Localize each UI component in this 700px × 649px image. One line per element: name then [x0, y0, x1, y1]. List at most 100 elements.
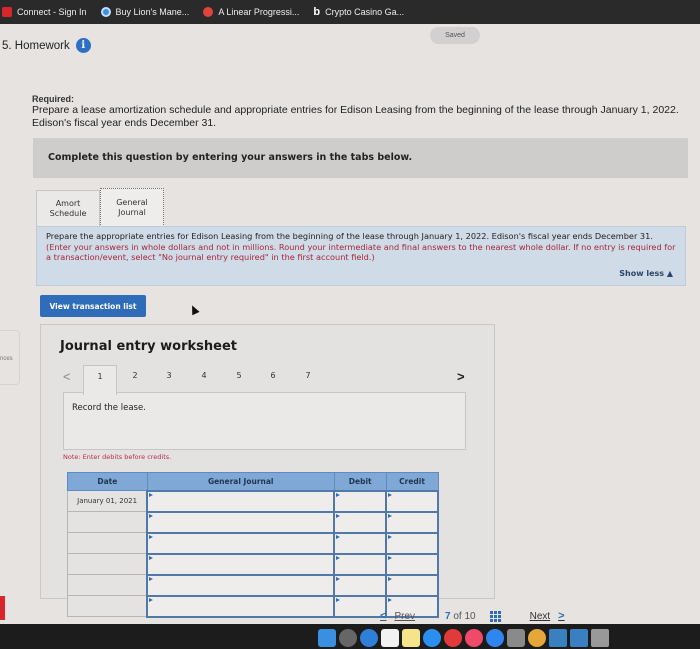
- debit-cell: [333, 573, 388, 597]
- instructions-note: (Enter your answers in whole dollars and…: [46, 241, 676, 263]
- next-button[interactable]: Next >: [530, 610, 565, 622]
- cell-marker-icon: [149, 534, 154, 539]
- bookmark-label: Connect - Sign In: [17, 7, 87, 17]
- bookmark-label: Buy Lion's Mane...: [115, 7, 190, 17]
- view-transaction-list-button[interactable]: View transaction list: [40, 295, 146, 317]
- column-header-general-journal: General Journal: [146, 472, 335, 491]
- account-input[interactable]: [148, 534, 334, 553]
- journal-row: [67, 552, 439, 576]
- credit-input[interactable]: [387, 555, 437, 574]
- complete-prompt: Complete this question by entering your …: [48, 152, 413, 163]
- debit-input[interactable]: [335, 534, 386, 553]
- finder-icon[interactable]: [318, 629, 336, 647]
- credit-input[interactable]: [387, 534, 437, 553]
- tab-general-journal[interactable]: General Journal: [100, 188, 164, 227]
- bookmarks-bar: Connect - Sign In Buy Lion's Mane... A L…: [0, 0, 700, 24]
- bookmark-connect[interactable]: Connect - Sign In: [2, 7, 87, 17]
- bookmark-crypto-casino[interactable]: b Crypto Casino Ga...: [313, 6, 404, 18]
- debit-input[interactable]: [335, 492, 386, 511]
- credit-input[interactable]: [387, 576, 437, 595]
- account-input[interactable]: [148, 492, 334, 511]
- account-input[interactable]: [148, 576, 334, 595]
- system-preferences-icon[interactable]: [507, 629, 525, 647]
- tab-label-line2: Journal: [118, 208, 146, 217]
- tab-label-line1: Amort: [55, 199, 81, 208]
- tab-amort-schedule[interactable]: Amort Schedule: [36, 190, 100, 227]
- app-store-icon[interactable]: [486, 629, 504, 647]
- calendar-icon[interactable]: [381, 629, 399, 647]
- cell-marker-icon: [388, 576, 393, 581]
- worksheet-step-3[interactable]: 3: [159, 371, 179, 380]
- date-cell: [67, 553, 148, 575]
- cell-marker-icon: [388, 513, 393, 518]
- folder-icon[interactable]: [549, 629, 567, 647]
- news-icon[interactable]: [444, 629, 462, 647]
- credit-cell: [385, 573, 439, 597]
- debit-input[interactable]: [335, 576, 386, 595]
- notes-icon[interactable]: [402, 629, 420, 647]
- info-icon[interactable]: i: [75, 38, 91, 53]
- worksheet-step-4[interactable]: 4: [194, 371, 214, 380]
- worksheet-step-7[interactable]: 7: [298, 371, 318, 380]
- chevron-right-icon[interactable]: >: [457, 369, 465, 384]
- tab-label-line1: General: [116, 198, 148, 207]
- saved-status-badge: Saved: [430, 27, 480, 44]
- date-cell: [67, 511, 148, 533]
- worksheet-step-1[interactable]: 1: [83, 365, 117, 395]
- messages-icon[interactable]: [423, 629, 441, 647]
- instructions-panel: Prepare the appropriate entries for Edis…: [36, 226, 686, 286]
- record-description-box: Record the lease.: [63, 392, 466, 450]
- debit-input[interactable]: [335, 513, 386, 532]
- credit-cell: [385, 531, 439, 555]
- folder-icon[interactable]: [570, 629, 588, 647]
- credit-input[interactable]: [387, 513, 437, 532]
- prev-button[interactable]: < Prev: [380, 610, 415, 622]
- journal-header-row: Date General Journal Debit Credit: [67, 472, 439, 491]
- account-input[interactable]: [148, 513, 334, 532]
- side-panel-label: nces: [0, 356, 13, 362]
- music-icon[interactable]: [465, 629, 483, 647]
- bookmark-label: A Linear Progressi...: [218, 7, 300, 17]
- account-cell: [146, 510, 336, 534]
- crypto-casino-icon: b: [313, 6, 321, 18]
- cell-marker-icon: [336, 492, 341, 497]
- debit-cell: [333, 594, 388, 618]
- record-description: Record the lease.: [72, 403, 146, 413]
- instructions-main: Prepare the appropriate entries for Edis…: [46, 231, 653, 241]
- linear-progression-icon: [203, 7, 214, 17]
- required-text: Prepare a lease amortization schedule an…: [32, 104, 679, 129]
- page-counter: 7 of 10: [445, 611, 476, 622]
- homework-title-text: 5. Homework: [2, 39, 70, 52]
- bookmark-lions-mane[interactable]: Buy Lion's Mane...: [100, 7, 190, 17]
- trash-icon[interactable]: [591, 629, 609, 647]
- cell-marker-icon: [149, 492, 154, 497]
- cell-marker-icon: [336, 513, 341, 518]
- column-header-debit: Debit: [333, 472, 387, 491]
- bookmark-linear-progression[interactable]: A Linear Progressi...: [203, 7, 299, 17]
- debit-input[interactable]: [335, 597, 386, 616]
- account-input[interactable]: [148, 597, 334, 616]
- journal-row: January 01, 2021: [67, 489, 439, 513]
- page-title: 5. Homework i: [2, 38, 91, 53]
- debit-cell: [333, 489, 388, 513]
- chevron-left-icon[interactable]: <: [63, 369, 71, 384]
- debit-cell: [333, 552, 388, 576]
- worksheet-step-6[interactable]: 6: [263, 371, 283, 380]
- chrome-icon[interactable]: [528, 629, 546, 647]
- worksheet-step-5[interactable]: 5: [229, 371, 249, 380]
- page-total: of 10: [453, 610, 476, 622]
- credit-input[interactable]: [387, 492, 437, 511]
- debit-cell: [333, 510, 388, 534]
- debit-input[interactable]: [335, 555, 386, 574]
- cell-marker-icon: [336, 597, 341, 602]
- show-less-link[interactable]: Show less ▲: [619, 269, 673, 280]
- safari-icon[interactable]: [360, 629, 378, 647]
- account-input[interactable]: [148, 555, 334, 574]
- debit-cell: [333, 531, 388, 555]
- worksheet-step-2[interactable]: 2: [125, 371, 145, 380]
- journal-table: Date General Journal Debit Credit Januar…: [67, 472, 439, 618]
- side-red-tab[interactable]: [0, 596, 5, 620]
- launchpad-icon[interactable]: [339, 629, 357, 647]
- cell-marker-icon: [336, 534, 341, 539]
- grid-icon[interactable]: [489, 610, 502, 622]
